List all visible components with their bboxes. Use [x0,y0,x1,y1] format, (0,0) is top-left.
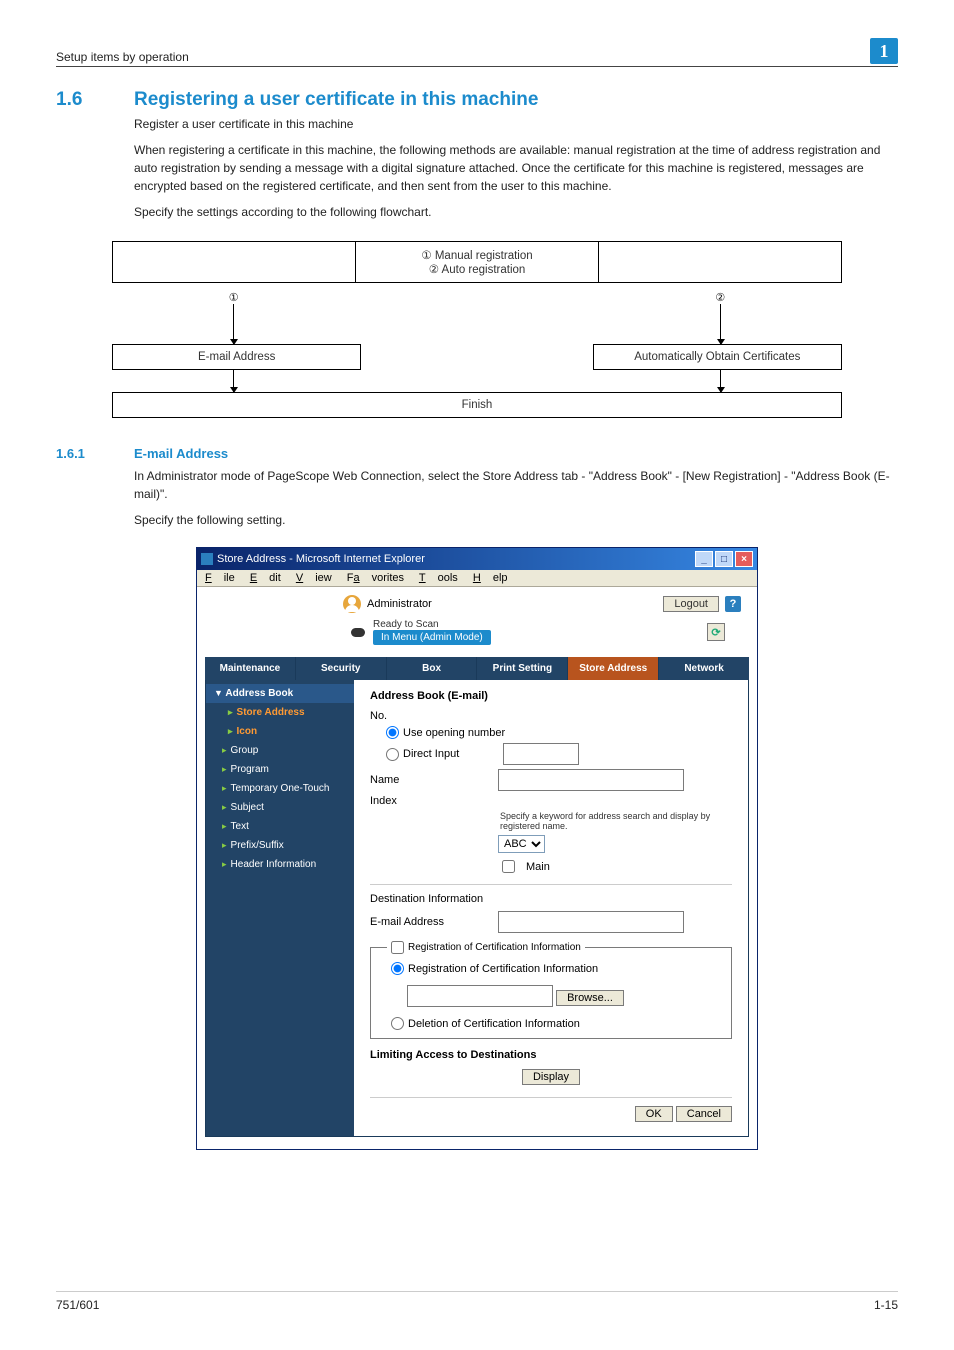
ie-window: Store Address - Microsoft Internet Explo… [196,547,758,1150]
sidenav-icon[interactable]: Icon [206,722,354,741]
window-title: Store Address - Microsoft Internet Explo… [201,553,425,565]
browse-button[interactable]: Browse... [556,990,624,1006]
window-titlebar[interactable]: Store Address - Microsoft Internet Explo… [197,548,757,570]
mode-pill[interactable]: In Menu (Admin Mode) [373,630,491,645]
display-button[interactable]: Display [522,1069,580,1085]
menu-favorites[interactable]: Favorites [347,572,404,584]
sidenav-header[interactable]: Address Book [206,684,354,703]
panel-title: Address Book (E-mail) [370,690,732,702]
cert-legend: Registration of Certification Informatio… [408,942,581,953]
minimize-button[interactable]: _ [695,551,713,567]
dest-info-label: Destination Information [370,893,732,905]
flow-num-2: ② [715,291,725,304]
body-p1: In Administrator mode of PageScope Web C… [134,467,898,503]
subsection-number: 1.6.1 [56,446,134,461]
cancel-button[interactable]: Cancel [676,1106,732,1122]
tab-print-setting[interactable]: Print Setting [477,657,568,680]
admin-icon [343,595,361,613]
no-label: No. [370,710,490,722]
help-button[interactable]: ? [725,596,741,612]
section-heading: 1.6Registering a user certificate in thi… [56,89,898,111]
index-select[interactable]: ABC [498,835,545,853]
use-opening-label: Use opening number [403,727,505,739]
maximize-button[interactable]: □ [715,551,733,567]
flow-manual: ① Manual registration [364,248,590,262]
tab-maintenance[interactable]: Maintenance [205,657,296,680]
sidenav-group[interactable]: Group [206,741,354,760]
admin-label: Administrator [367,598,432,610]
tab-box[interactable]: Box [387,657,478,680]
flow-email-box: E-mail Address [112,344,361,370]
refresh-button[interactable]: ⟳ [707,623,725,641]
sidenav-program[interactable]: Program [206,760,354,779]
menu-file[interactable]: File [205,572,235,584]
direct-input-field[interactable] [503,743,579,765]
email-label: E-mail Address [370,916,490,928]
use-opening-radio[interactable] [386,726,399,739]
cert-del-label: Deletion of Certification Information [408,1018,580,1030]
flow-finish: Finish [112,392,842,418]
intro-para: When registering a certificate in this m… [134,141,898,195]
tab-network[interactable]: Network [659,657,749,680]
logout-button[interactable]: Logout [663,596,719,612]
cert-del-radio[interactable] [391,1017,404,1030]
cert-file-input[interactable] [407,985,553,1007]
sidenav-prefix-suffix[interactable]: Prefix/Suffix [206,836,354,855]
close-button[interactable]: × [735,551,753,567]
index-label: Index [370,795,490,807]
limit-access-heading: Limiting Access to Destinations [370,1049,732,1061]
section-number: 1.6 [56,89,134,111]
subsection-title: E-mail Address [134,446,228,461]
tab-store-address[interactable]: Store Address [568,657,659,680]
subsection-heading: 1.6.1E-mail Address [56,446,898,461]
tab-security[interactable]: Security [296,657,387,680]
direct-input-radio[interactable] [386,748,399,761]
direct-input-label: Direct Input [403,748,459,760]
sidenav-text[interactable]: Text [206,817,354,836]
chapter-badge: 1 [870,38,898,64]
menu-view[interactable]: View [296,572,332,584]
flow-cert-box: Automatically Obtain Certificates [593,344,842,370]
status-icon [349,626,367,638]
sidenav-store-address[interactable]: Store Address [206,703,354,722]
email-input[interactable] [498,911,684,933]
ok-button[interactable]: OK [635,1106,673,1122]
index-note: Specify a keyword for address search and… [500,811,732,831]
cert-reg-label: Registration of Certification Informatio… [408,963,598,975]
cert-enable-checkbox[interactable] [391,941,404,954]
status-text: Ready to Scan [373,619,491,630]
sidenav-header-info[interactable]: Header Information [206,855,354,874]
footer-left: 751/601 [56,1298,99,1312]
menu-help[interactable]: Help [473,572,508,584]
cert-fieldset: Registration of Certification Informatio… [370,941,732,1039]
intro-line: Register a user certificate in this mach… [134,115,898,133]
sidenav-subject[interactable]: Subject [206,798,354,817]
main-panel: Address Book (E-mail) No. Use opening nu… [354,680,748,1136]
flow-auto: ② Auto registration [364,262,590,276]
menu-edit[interactable]: Edit [250,572,281,584]
main-checkbox[interactable] [502,860,515,873]
flowchart: ① Manual registration ② Auto registratio… [112,241,842,418]
footer-right: 1-15 [874,1298,898,1312]
intro-flow: Specify the settings according to the fo… [134,203,898,221]
tab-bar: Maintenance Security Box Print Setting S… [205,657,749,680]
menu-tools[interactable]: Tools [419,572,458,584]
section-title: Registering a user certificate in this m… [134,89,538,110]
cert-reg-radio[interactable] [391,962,404,975]
sidenav-temp-one-touch[interactable]: Temporary One-Touch [206,779,354,798]
body-p2: Specify the following setting. [134,511,898,529]
name-input[interactable] [498,769,684,791]
flow-num-1: ① [229,291,239,304]
breadcrumb: Setup items by operation [56,50,189,64]
side-nav: Address Book Store Address Icon Group Pr… [206,680,354,1136]
main-label: Main [526,861,550,873]
name-label: Name [370,774,490,786]
ie-menubar[interactable]: File Edit View Favorites Tools Help [197,570,757,587]
